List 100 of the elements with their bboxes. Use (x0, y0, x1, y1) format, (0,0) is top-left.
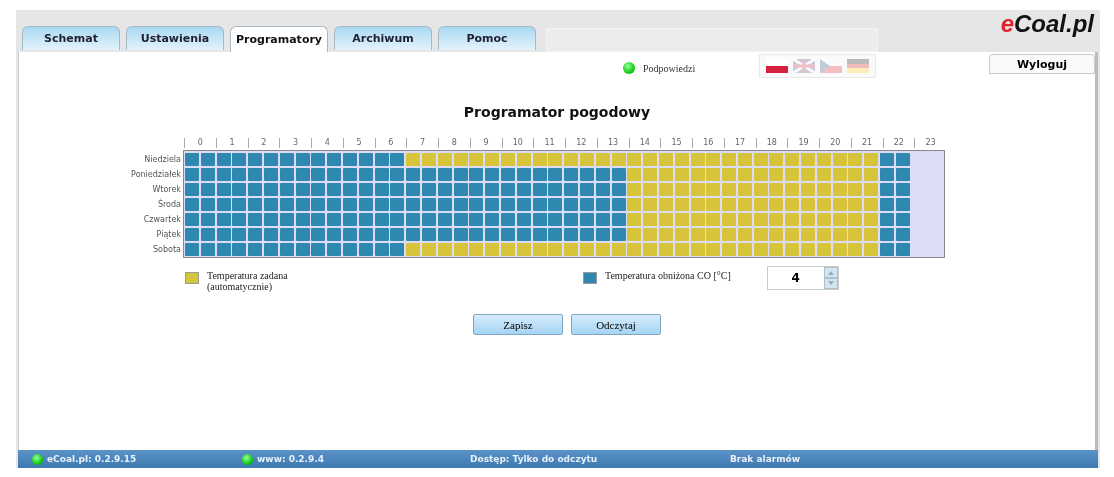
time-slot[interactable] (232, 198, 247, 211)
time-slot[interactable] (374, 198, 389, 211)
time-slot[interactable] (374, 243, 389, 256)
time-slot[interactable] (437, 183, 452, 196)
time-slot[interactable] (437, 228, 452, 241)
time-slot[interactable] (311, 183, 326, 196)
time-slot[interactable] (437, 198, 452, 211)
time-slot[interactable] (295, 228, 310, 241)
time-slot[interactable] (248, 168, 263, 181)
time-slot[interactable] (216, 213, 231, 226)
action-button[interactable]: Odczytaj (571, 314, 661, 335)
tab[interactable]: Schemat (22, 26, 120, 50)
time-slot[interactable] (248, 183, 263, 196)
time-slot[interactable] (327, 228, 342, 241)
time-slot[interactable] (342, 243, 357, 256)
time-slot[interactable] (485, 168, 500, 181)
logout-button[interactable]: Wyloguj (989, 54, 1095, 74)
time-slot[interactable] (611, 168, 626, 181)
time-slot[interactable] (295, 213, 310, 226)
time-slot[interactable] (248, 243, 263, 256)
time-slot[interactable] (390, 168, 405, 181)
time-slot[interactable] (232, 168, 247, 181)
time-slot[interactable] (453, 228, 468, 241)
time-slot[interactable] (232, 213, 247, 226)
time-slot[interactable] (548, 168, 563, 181)
time-slot[interactable] (579, 213, 594, 226)
time-slot[interactable] (880, 183, 895, 196)
time-slot[interactable] (311, 228, 326, 241)
time-slot[interactable] (532, 198, 547, 211)
time-slot[interactable] (311, 198, 326, 211)
time-slot[interactable] (500, 198, 515, 211)
time-slot[interactable] (358, 198, 373, 211)
time-slot[interactable] (548, 213, 563, 226)
time-slot[interactable] (880, 213, 895, 226)
time-slot[interactable] (311, 168, 326, 181)
time-slot[interactable] (500, 213, 515, 226)
time-slot[interactable] (611, 228, 626, 241)
time-slot[interactable] (390, 243, 405, 256)
time-slot[interactable] (469, 183, 484, 196)
time-slot[interactable] (564, 228, 579, 241)
time-slot[interactable] (548, 183, 563, 196)
time-slot[interactable] (595, 213, 610, 226)
time-slot[interactable] (248, 153, 263, 166)
time-slot[interactable] (469, 213, 484, 226)
time-slot[interactable] (595, 198, 610, 211)
time-slot[interactable] (216, 243, 231, 256)
time-slot[interactable] (895, 168, 910, 181)
time-slot[interactable] (595, 168, 610, 181)
time-slot[interactable] (579, 198, 594, 211)
time-slot[interactable] (880, 198, 895, 211)
time-slot[interactable] (295, 168, 310, 181)
status-led-icon[interactable] (623, 62, 635, 74)
time-slot[interactable] (342, 228, 357, 241)
time-slot[interactable] (279, 228, 294, 241)
time-slot[interactable] (548, 228, 563, 241)
time-slot[interactable] (232, 183, 247, 196)
time-slot[interactable] (548, 198, 563, 211)
time-slot[interactable] (595, 228, 610, 241)
time-slot[interactable] (485, 213, 500, 226)
time-slot[interactable] (311, 213, 326, 226)
time-slot[interactable] (485, 183, 500, 196)
time-slot[interactable] (216, 183, 231, 196)
time-slot[interactable] (327, 183, 342, 196)
time-slot[interactable] (500, 183, 515, 196)
time-slot[interactable] (421, 228, 436, 241)
time-slot[interactable] (374, 213, 389, 226)
time-slot[interactable] (895, 213, 910, 226)
time-slot[interactable] (279, 213, 294, 226)
time-slot[interactable] (437, 168, 452, 181)
time-slot[interactable] (421, 213, 436, 226)
time-slot[interactable] (895, 228, 910, 241)
time-slot[interactable] (200, 153, 215, 166)
time-slot[interactable] (880, 153, 895, 166)
time-slot[interactable] (532, 183, 547, 196)
time-slot[interactable] (232, 153, 247, 166)
tab[interactable]: Ustawienia (126, 26, 224, 50)
time-slot[interactable] (200, 168, 215, 181)
time-slot[interactable] (564, 198, 579, 211)
time-slot[interactable] (895, 153, 910, 166)
time-slot[interactable] (248, 213, 263, 226)
time-slot[interactable] (327, 153, 342, 166)
time-slot[interactable] (421, 198, 436, 211)
time-slot[interactable] (216, 198, 231, 211)
time-slot[interactable] (469, 198, 484, 211)
time-slot[interactable] (216, 228, 231, 241)
time-slot[interactable] (295, 183, 310, 196)
time-slot[interactable] (200, 183, 215, 196)
time-slot[interactable] (279, 168, 294, 181)
time-slot[interactable] (358, 243, 373, 256)
time-slot[interactable] (374, 183, 389, 196)
time-slot[interactable] (311, 153, 326, 166)
time-slot[interactable] (611, 213, 626, 226)
time-slot[interactable] (374, 168, 389, 181)
spin-arrows-icon[interactable] (823, 267, 838, 289)
time-slot[interactable] (327, 168, 342, 181)
action-button[interactable]: Zapisz (473, 314, 563, 335)
time-slot[interactable] (611, 183, 626, 196)
time-slot[interactable] (516, 213, 531, 226)
time-slot[interactable] (579, 168, 594, 181)
time-slot[interactable] (516, 198, 531, 211)
